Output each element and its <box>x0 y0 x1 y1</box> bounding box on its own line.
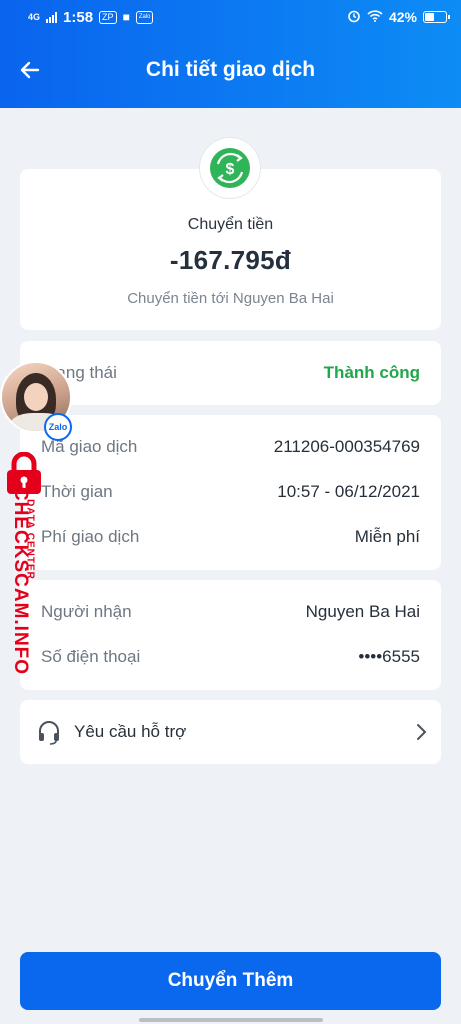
phone-row: Số điện thoại ••••6555 <box>41 643 420 671</box>
transaction-id-value[interactable]: 211206-000354769 <box>274 437 420 457</box>
recipient-label: Người nhận <box>41 602 132 621</box>
transaction-id-row: Mã giao dịch 211206-000354769 <box>41 433 420 461</box>
support-label: Yêu cầu hỗ trợ <box>74 722 187 741</box>
transaction-description: Chuyển tiền tới Nguyen Ba Hai <box>127 290 334 307</box>
status-bar-right: 42% <box>347 9 450 26</box>
transaction-amount: -167.795đ <box>169 245 292 275</box>
recipient-value: Nguyen Ba Hai <box>305 602 420 621</box>
chevron-right-icon <box>415 722 427 747</box>
status-time: 1:58 <box>63 8 94 26</box>
home-indicator[interactable] <box>139 1018 323 1022</box>
headset-icon <box>36 719 62 750</box>
watermark-avatar-badge: Zalo <box>0 361 72 441</box>
svg-text:$: $ <box>226 161 235 178</box>
teams-notification-icon: ■ <box>122 10 130 24</box>
time-row: Thời gian 10:57 - 06/12/2021 <box>41 478 420 506</box>
phone-label: Số điện thoại <box>41 647 141 666</box>
time-label: Thời gian <box>41 482 113 501</box>
phone-value: ••••6555 <box>358 647 420 666</box>
transaction-details-card: Mã giao dịch 211206-000354769 Thời gian … <box>20 415 441 570</box>
status-row: Trạng thái Thành công <box>41 341 420 405</box>
battery-icon <box>423 11 450 23</box>
money-transfer-icon: $ <box>200 138 260 198</box>
fee-row: Phí giao dịch Miễn phí <box>41 523 420 551</box>
alarm-icon <box>347 9 361 26</box>
watermark-text: CHECKSCAM.INFO <box>10 486 31 676</box>
wifi-icon <box>367 9 383 25</box>
status-bar-left: 4G 1:58 ZP ■ Zalo <box>28 8 154 26</box>
transaction-type: Chuyển tiền <box>187 216 274 233</box>
status-card: Trạng thái Thành công <box>20 341 441 405</box>
fee-value: Miễn phí <box>354 527 420 546</box>
signal-icon <box>46 11 58 23</box>
support-request-button[interactable]: Yêu cầu hỗ trợ <box>20 700 441 764</box>
transfer-more-button[interactable]: Chuyển Thêm <box>20 952 441 1010</box>
status-value: Thành công <box>323 363 420 382</box>
zalopay-notification-icon: ZP <box>99 10 117 24</box>
battery-fill <box>425 13 435 21</box>
recipient-row: Người nhận Nguyen Ba Hai <box>41 598 420 626</box>
battery-percent: 42% <box>388 9 417 25</box>
header: Chi tiết giao dịch <box>0 34 461 108</box>
network-indicator: 4G <box>28 12 41 22</box>
status-bar: 4G 1:58 ZP ■ Zalo 42% <box>0 0 461 34</box>
page-title: Chi tiết giao dịch <box>145 58 316 81</box>
watermark: DATA CENTER CHECKSCAM.INFO <box>2 451 46 682</box>
zalo-badge-icon: Zalo <box>44 413 72 441</box>
fee-label: Phí giao dịch <box>41 527 140 546</box>
zalo-notification-icon: Zalo <box>135 10 154 24</box>
time-value: 10:57 - 06/12/2021 <box>277 482 420 501</box>
recipient-card: Người nhận Nguyen Ba Hai Số điện thoại •… <box>20 580 441 690</box>
